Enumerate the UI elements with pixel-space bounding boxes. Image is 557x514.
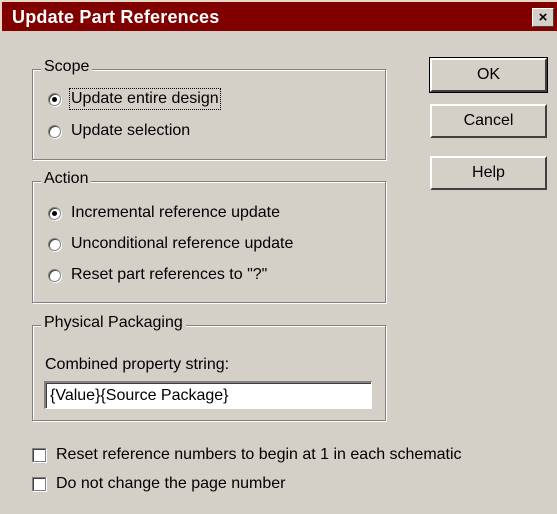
radio-reset-part-references[interactable]: Reset part references to "?" [48, 266, 267, 284]
radio-label: Unconditional reference update [71, 235, 294, 252]
combined-property-string-input[interactable] [44, 381, 372, 409]
radio-button-icon[interactable] [48, 237, 61, 251]
help-button[interactable]: Help [430, 156, 547, 190]
dialog-title: Update Part References [12, 7, 220, 27]
radio-button-icon[interactable] [48, 268, 61, 282]
ok-button[interactable]: OK [429, 57, 548, 93]
radio-button-icon[interactable] [48, 124, 61, 138]
update-part-references-dialog: Update Part References × Scope Update en… [0, 0, 557, 514]
radio-label: Reset part references to "?" [71, 266, 268, 283]
checkbox-icon[interactable] [32, 477, 46, 491]
radio-label: Update selection [71, 122, 191, 139]
title-bar[interactable]: Update Part References × [0, 0, 557, 31]
combined-property-string-label: Combined property string: [45, 356, 230, 373]
radio-unconditional-reference-update[interactable]: Unconditional reference update [48, 235, 293, 253]
checkbox-label: Reset reference numbers to begin at 1 in… [56, 446, 462, 463]
cancel-button[interactable]: Cancel [430, 104, 547, 138]
checkbox-do-not-change-page-number[interactable]: Do not change the page number [32, 475, 286, 493]
action-legend: Action [41, 170, 92, 188]
radio-button-icon[interactable] [48, 92, 61, 106]
radio-label: Incremental reference update [71, 204, 281, 221]
radio-button-icon[interactable] [48, 206, 61, 220]
scope-group: Scope [32, 58, 386, 160]
checkbox-icon[interactable] [32, 448, 46, 462]
radio-incremental-reference-update[interactable]: Incremental reference update [48, 204, 280, 222]
close-icon: × [538, 9, 548, 26]
scope-legend: Scope [41, 58, 93, 76]
physical-packaging-legend: Physical Packaging [41, 314, 186, 332]
close-button[interactable]: × [532, 8, 554, 27]
checkbox-label: Do not change the page number [56, 475, 286, 492]
radio-update-selection[interactable]: Update selection [48, 122, 190, 140]
radio-label: Update entire design [69, 88, 221, 110]
radio-update-entire-design[interactable]: Update entire design [48, 88, 221, 110]
checkbox-reset-reference-numbers[interactable]: Reset reference numbers to begin at 1 in… [32, 446, 462, 464]
